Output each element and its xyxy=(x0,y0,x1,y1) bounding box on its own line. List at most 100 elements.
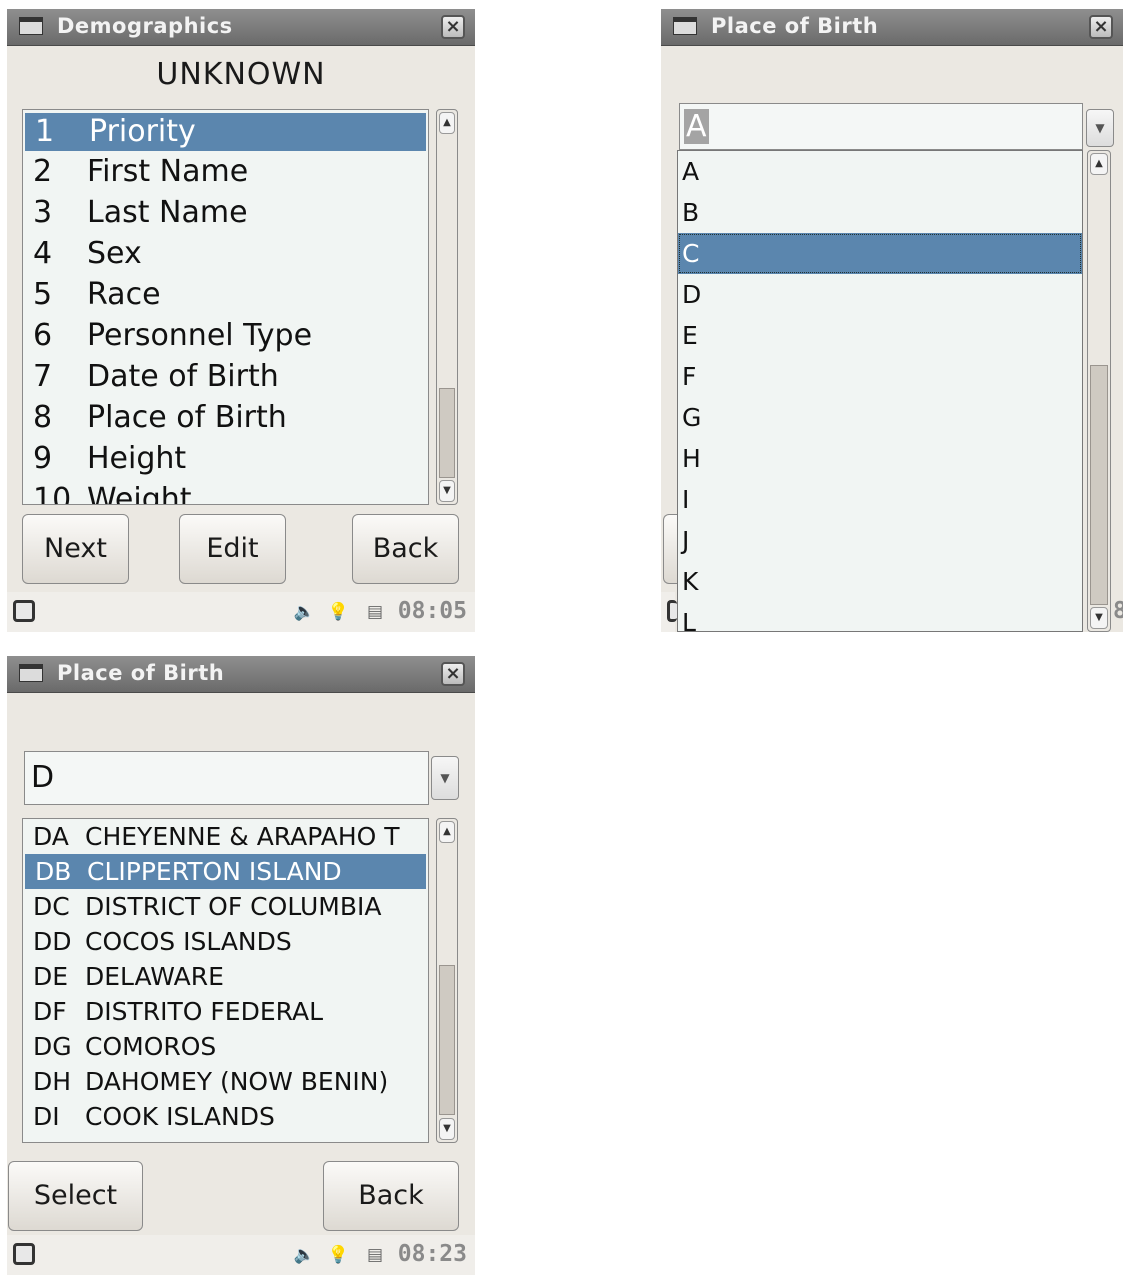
list-item[interactable]: 10 Weight xyxy=(23,479,428,505)
battery-icon[interactable]: ▤ xyxy=(367,1245,383,1265)
item-name: DELAWARE xyxy=(85,962,224,991)
dropdown-option[interactable]: A xyxy=(678,151,1082,192)
list-item[interactable]: DD COCOS ISLANDS xyxy=(23,924,428,959)
back-button[interactable]: Back xyxy=(323,1161,459,1231)
chevron-down-icon[interactable]: ▼ xyxy=(431,756,459,800)
dropdown-option[interactable]: K xyxy=(678,561,1082,602)
close-icon[interactable]: × xyxy=(441,662,465,686)
place-of-birth-dropdown-window: Place of Birth × A ▼ A B C D E F G H I J… xyxy=(661,9,1123,632)
item-number: 10 xyxy=(33,482,72,505)
window-title: Place of Birth xyxy=(711,14,879,38)
place-list[interactable]: DA CHEYENNE & ARAPAHO T DB CLIPPERTON ISLA… xyxy=(22,818,429,1143)
scroll-down-arrow-icon[interactable]: ▼ xyxy=(439,480,455,502)
scroll-up-arrow-icon[interactable]: ▲ xyxy=(439,821,455,843)
list-item[interactable]: 5 Race xyxy=(23,274,428,315)
item-code: DF xyxy=(33,997,67,1026)
dropdown-option[interactable]: C xyxy=(678,233,1082,274)
list-scrollbar[interactable]: ▲ ▼ xyxy=(436,109,458,505)
task-switcher-icon[interactable] xyxy=(13,600,35,622)
title-bar: Demographics × xyxy=(7,9,475,46)
item-number: 6 xyxy=(33,318,53,353)
task-switcher-icon[interactable] xyxy=(13,1243,35,1265)
dropdown-option[interactable]: D xyxy=(678,274,1082,315)
window-title: Demographics xyxy=(57,14,233,38)
list-scrollbar[interactable]: ▲ ▼ xyxy=(436,818,458,1143)
place-of-birth-combo-input[interactable]: D xyxy=(24,751,429,805)
back-button[interactable]: Back xyxy=(352,514,459,584)
item-name: DISTRITO FEDERAL xyxy=(85,997,324,1026)
scroll-thumb[interactable] xyxy=(439,965,455,1115)
item-name: COOK ISLANDS xyxy=(85,1102,275,1131)
list-item[interactable]: 4 Sex xyxy=(23,233,428,274)
dropdown-option[interactable]: G xyxy=(678,397,1082,438)
item-code: DC xyxy=(33,892,70,921)
dropdown-scrollbar[interactable]: ▲ ▼ xyxy=(1087,150,1111,632)
list-item[interactable]: 6 Personnel Type xyxy=(23,315,428,356)
dropdown-option[interactable]: H xyxy=(678,438,1082,479)
dropdown-option[interactable]: B xyxy=(678,192,1082,233)
item-code: DD xyxy=(33,927,72,956)
next-button[interactable]: Next xyxy=(22,514,129,584)
dropdown-popup-list[interactable]: A B C D E F G H I J K L xyxy=(677,150,1083,632)
list-item[interactable]: 1 Priority xyxy=(25,113,426,151)
scroll-up-arrow-icon[interactable]: ▲ xyxy=(1090,153,1108,175)
item-code: DA xyxy=(33,822,69,851)
item-number: 8 xyxy=(33,400,53,435)
item-label: Date of Birth xyxy=(87,359,279,394)
item-number: 1 xyxy=(35,114,55,149)
lightbulb-icon[interactable]: 💡 xyxy=(328,602,349,622)
list-item[interactable]: DA CHEYENNE & ARAPAHO T xyxy=(23,819,428,854)
demographics-window: Demographics × UNKNOWN 1 Priority 2 First … xyxy=(7,9,475,632)
scroll-down-arrow-icon[interactable]: ▼ xyxy=(1090,607,1108,629)
item-code: DI xyxy=(33,1102,60,1131)
scroll-thumb[interactable] xyxy=(439,388,455,478)
item-label: Weight xyxy=(87,482,192,505)
close-icon[interactable]: × xyxy=(441,15,465,39)
item-number: 4 xyxy=(33,236,53,271)
dropdown-option[interactable]: F xyxy=(678,356,1082,397)
list-item[interactable]: 7 Date of Birth xyxy=(23,356,428,397)
volume-icon[interactable]: 🔈 xyxy=(294,1245,315,1265)
item-number: 7 xyxy=(33,359,53,394)
taskbar-partial xyxy=(661,592,677,632)
select-button[interactable]: Select xyxy=(8,1161,143,1231)
lightbulb-icon[interactable]: 💡 xyxy=(328,1245,349,1265)
dropdown-option[interactable]: E xyxy=(678,315,1082,356)
item-label: First Name xyxy=(87,154,249,189)
list-item[interactable]: 9 Height xyxy=(23,438,428,479)
task-switcher-icon[interactable] xyxy=(667,600,677,622)
window-title: Place of Birth xyxy=(57,661,225,685)
place-of-birth-combo-input[interactable]: A xyxy=(679,103,1083,150)
scroll-up-arrow-icon[interactable]: ▲ xyxy=(439,112,455,134)
list-item[interactable]: 3 Last Name xyxy=(23,192,428,233)
list-item[interactable]: DB CLIPPERTON ISLAND xyxy=(25,854,426,889)
dropdown-option[interactable]: J xyxy=(678,520,1082,561)
edit-button[interactable]: Edit xyxy=(179,514,286,584)
chevron-down-icon[interactable]: ▼ xyxy=(1086,109,1114,147)
volume-icon[interactable]: 🔈 xyxy=(294,602,315,622)
dropdown-option[interactable]: I xyxy=(678,479,1082,520)
item-label: Place of Birth xyxy=(87,400,287,435)
item-code: DG xyxy=(33,1032,72,1061)
field-list[interactable]: 1 Priority 2 First Name 3 Last Name 4 Sex 5R… xyxy=(22,109,429,505)
window-icon xyxy=(19,664,43,682)
list-item[interactable]: DI COOK ISLANDS xyxy=(23,1099,428,1134)
list-item[interactable]: 8 Place of Birth xyxy=(23,397,428,438)
list-item[interactable]: DF DISTRITO FEDERAL xyxy=(23,994,428,1029)
list-item[interactable]: DC DISTRICT OF COLUMBIA xyxy=(23,889,428,924)
list-item[interactable]: DE DELAWARE xyxy=(23,959,428,994)
scroll-down-arrow-icon[interactable]: ▼ xyxy=(439,1118,455,1140)
clock: 08:05 xyxy=(397,598,467,624)
list-item[interactable]: DH DAHOMEY (NOW BENIN) xyxy=(23,1064,428,1099)
battery-icon[interactable]: ▤ xyxy=(367,602,383,622)
item-number: 3 xyxy=(33,195,53,230)
scroll-thumb[interactable] xyxy=(1090,365,1108,605)
list-item[interactable]: DG COMOROS xyxy=(23,1029,428,1064)
item-name: DISTRICT OF COLUMBIA xyxy=(85,892,382,921)
list-item[interactable]: 2 First Name xyxy=(23,151,428,192)
dropdown-option[interactable]: L xyxy=(678,602,1082,631)
item-code: DE xyxy=(33,962,69,991)
item-code: DB xyxy=(35,857,72,886)
close-icon[interactable]: × xyxy=(1089,15,1113,39)
taskbar: 🔈 💡 ▤ 08:05 xyxy=(7,592,475,632)
